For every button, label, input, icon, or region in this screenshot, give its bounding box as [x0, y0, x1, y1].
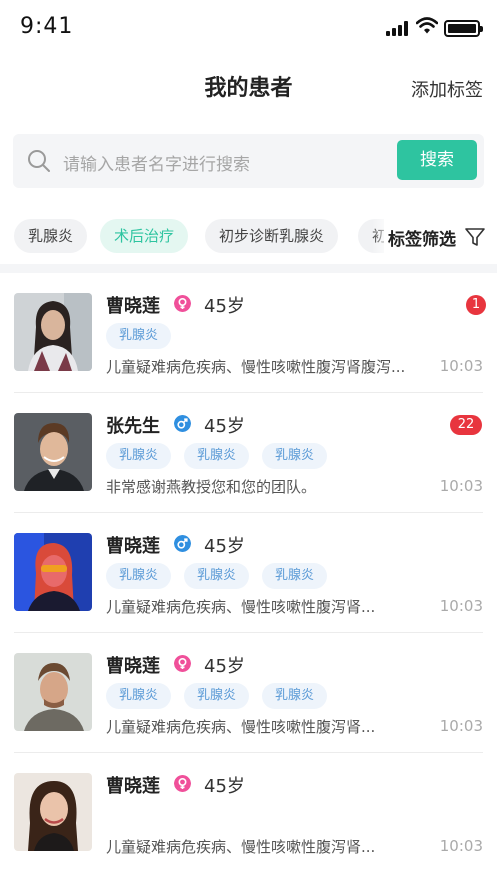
patient-age: 45岁: [204, 296, 245, 317]
message-preview: 非常感谢燕教授您和您的团队。: [106, 478, 317, 496]
tag-filter-button[interactable]: 标签筛选: [384, 219, 497, 255]
avatar: [14, 533, 92, 611]
patient-tag: 乳腺炎: [262, 443, 328, 469]
tag-list: 乳腺炎 乳腺炎 乳腺炎: [106, 563, 340, 589]
avatar: [14, 293, 92, 371]
message-time: 10:03: [439, 357, 483, 375]
patient-row[interactable]: 曹晓莲 45岁 乳腺炎 乳腺炎 乳腺炎 儿童疑难病危疾病、慢性咳嗽性腹泻肾... 1…: [0, 513, 497, 633]
message-preview: 儿童疑难病危疾病、慢性咳嗽性腹泻肾...: [106, 598, 376, 616]
patient-age: 45岁: [204, 416, 245, 437]
avatar: [14, 773, 92, 851]
tag-list: 乳腺炎 乳腺炎 乳腺炎: [106, 683, 340, 709]
tag-filter-bar: 乳腺炎 术后治疗 初步诊断乳腺炎 初 标签筛选: [0, 219, 497, 255]
filter-chip-active[interactable]: 术后治疗: [100, 219, 189, 253]
cellular-signal-icon: [386, 20, 410, 36]
female-icon: [174, 295, 191, 312]
patient-name: 张先生: [106, 416, 160, 437]
patient-age: 45岁: [204, 776, 245, 797]
patient-name: 曹晓莲: [106, 536, 160, 557]
patient-name: 曹晓莲: [106, 776, 160, 797]
female-icon: [174, 655, 191, 672]
unread-badge: 22: [450, 415, 482, 435]
patient-tag: 乳腺炎: [184, 443, 250, 469]
avatar: [14, 653, 92, 731]
search-input[interactable]: 请输入患者名字进行搜索: [63, 150, 250, 175]
avatar: [14, 413, 92, 491]
add-tag-button[interactable]: 添加标签: [411, 76, 483, 102]
message-time: 10:03: [439, 837, 483, 855]
patient-tag: 乳腺炎: [262, 563, 328, 589]
message-time: 10:03: [439, 477, 483, 495]
patient-tag: 乳腺炎: [106, 563, 172, 589]
message-preview: 儿童疑难病危疾病、慢性咳嗽性腹泻肾...: [106, 838, 376, 856]
search-button[interactable]: 搜索: [397, 140, 477, 180]
female-icon: [174, 775, 191, 792]
patient-row[interactable]: 曹晓莲 45岁 1 乳腺炎 儿童疑难病危疾病、慢性咳嗽性腹泻肾腹泻... 10:…: [0, 273, 497, 393]
patient-list: 曹晓莲 45岁 1 乳腺炎 儿童疑难病危疾病、慢性咳嗽性腹泻肾腹泻... 10:…: [0, 273, 497, 873]
status-time: 9:41: [20, 14, 74, 39]
battery-icon: [444, 20, 483, 37]
patient-tag: 乳腺炎: [106, 323, 172, 349]
patient-name: 曹晓莲: [106, 656, 160, 677]
patient-row[interactable]: 曹晓莲 45岁 儿童疑难病危疾病、慢性咳嗽性腹泻肾... 10:03: [0, 753, 497, 873]
patient-tag: 乳腺炎: [106, 443, 172, 469]
patient-tag: 乳腺炎: [262, 683, 328, 709]
patient-row[interactable]: 张先生 45岁 22 乳腺炎 乳腺炎 乳腺炎 非常感谢燕教授您和您的团队。 10:0…: [0, 393, 497, 513]
patient-name: 曹晓莲: [106, 296, 160, 317]
filter-chip[interactable]: 乳腺炎: [14, 219, 88, 253]
search-icon: [28, 150, 50, 172]
tag-filter-label: 标签筛选: [388, 230, 456, 250]
patient-row[interactable]: 曹晓莲 45岁 乳腺炎 乳腺炎 乳腺炎 儿童疑难病危疾病、慢性咳嗽性腹泻肾... 1…: [0, 633, 497, 753]
patient-tag: 乳腺炎: [184, 563, 250, 589]
message-time: 10:03: [439, 717, 483, 735]
search-bar: 请输入患者名字进行搜索 搜索: [13, 134, 484, 188]
male-icon: [174, 415, 191, 432]
tag-list: 乳腺炎 乳腺炎 乳腺炎: [106, 443, 340, 469]
funnel-icon: [465, 228, 485, 246]
tag-list: 乳腺炎: [106, 323, 184, 349]
message-preview: 儿童疑难病危疾病、慢性咳嗽性腹泻肾腹泻...: [106, 358, 406, 376]
wifi-icon: [416, 17, 438, 34]
male-icon: [174, 535, 191, 552]
message-time: 10:03: [439, 597, 483, 615]
patient-age: 45岁: [204, 536, 245, 557]
section-divider: [0, 264, 497, 273]
unread-badge: 1: [466, 295, 486, 315]
status-bar: 9:41: [0, 0, 497, 56]
patient-tag: 乳腺炎: [184, 683, 250, 709]
patient-age: 45岁: [204, 656, 245, 677]
filter-chip[interactable]: 初步诊断乳腺炎: [205, 219, 339, 253]
patient-tag: 乳腺炎: [106, 683, 172, 709]
message-preview: 儿童疑难病危疾病、慢性咳嗽性腹泻肾...: [106, 718, 376, 736]
